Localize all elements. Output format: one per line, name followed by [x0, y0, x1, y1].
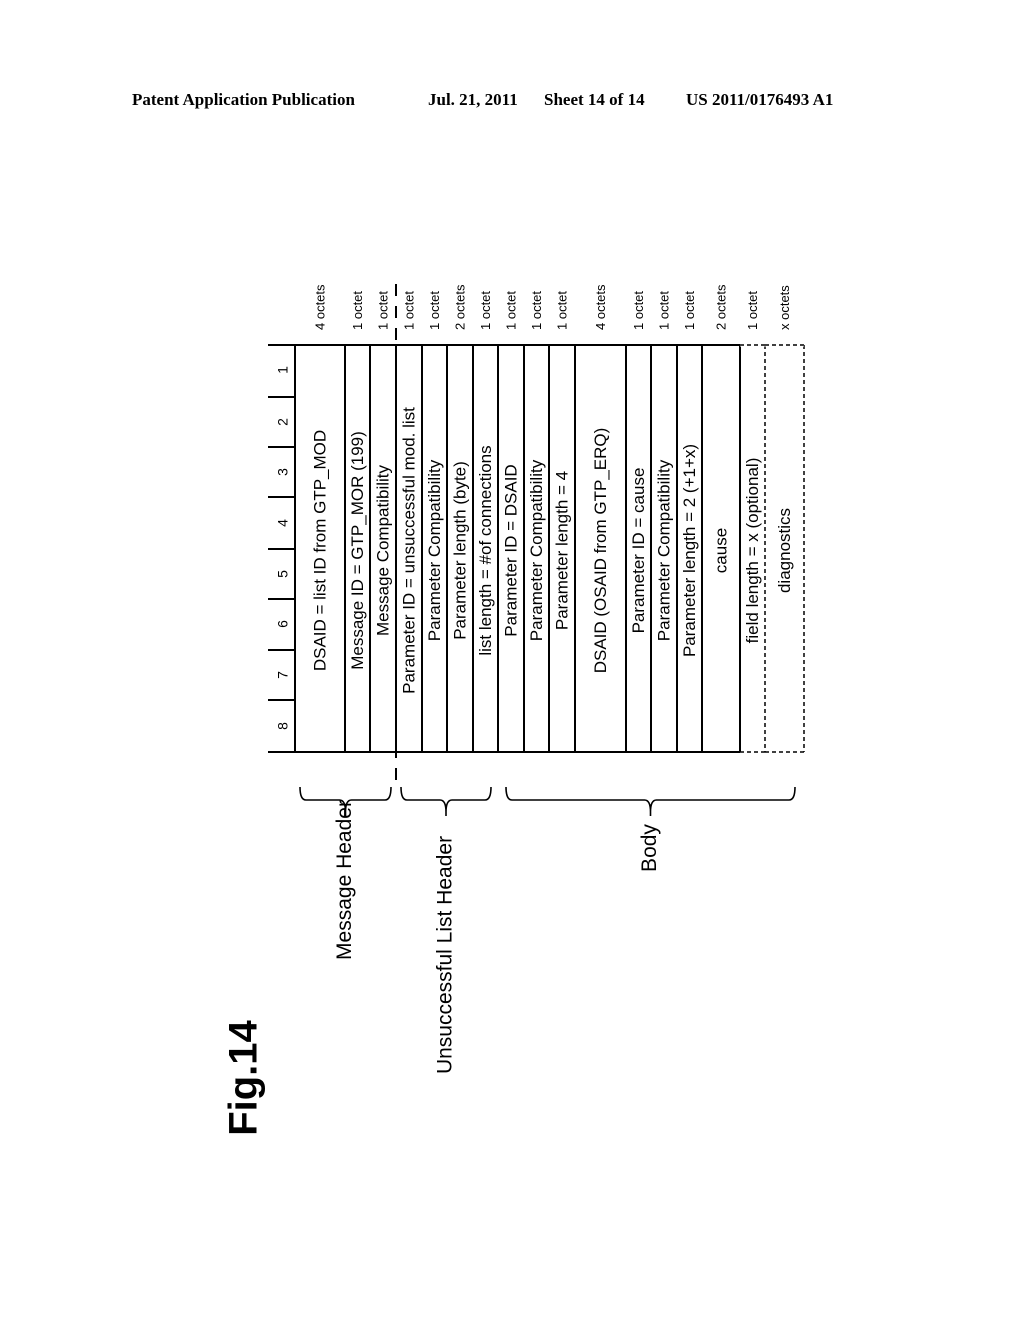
bit-number: 8: [275, 722, 291, 730]
bit-number: 7: [275, 671, 291, 679]
octet-size-label: 1 octet: [682, 291, 697, 330]
field-label: Parameter Compatibility: [527, 459, 546, 641]
field-label: Parameter length (byte): [450, 461, 469, 640]
bit-number: 1: [275, 366, 291, 374]
field-table: DSAID = list ID from GTP_MOD Message ID =…: [310, 343, 805, 753]
figure-label: Fig.14: [222, 1019, 266, 1135]
field-label: DSAID (OSAID from GTP_ERQ): [591, 428, 610, 674]
group-brace: Body: [505, 786, 796, 872]
field-row: DSAID (OSAID from GTP_ERQ): [591, 345, 627, 752]
field-row: cause: [711, 345, 741, 752]
field-label: cause: [711, 528, 730, 573]
octet-size-label: 1 octet: [478, 291, 493, 330]
field-row: DSAID = list ID from GTP_MOD: [310, 345, 346, 752]
octet-size-label: 4 octets: [593, 284, 608, 330]
field-label: Parameter Compatibility: [654, 459, 673, 641]
octet-size-label: 4 octets: [312, 284, 327, 330]
group-brace: Unsuccessful List Header: [400, 786, 492, 1074]
bit-number: 6: [275, 620, 291, 628]
field-label: Parameter length = 2 (+1+x): [680, 444, 699, 657]
field-row: list length = #of connections: [476, 345, 499, 752]
field-row: Message Compatibility: [373, 345, 397, 752]
octet-size-label: 1 octet: [350, 291, 365, 330]
group-label: Body: [638, 824, 661, 872]
group-label: Unsuccessful List Header: [434, 836, 457, 1074]
octet-size-label: 2 octets: [452, 284, 467, 330]
field-label: Message Compatibility: [373, 464, 392, 636]
field-row: Parameter length (byte): [450, 345, 474, 752]
field-label: Message ID = GTP_MOR (199): [348, 431, 367, 670]
field-row: Parameter Compatibility: [654, 345, 678, 752]
field-label: Parameter ID = DSAID: [501, 464, 520, 636]
field-label: list length = #of connections: [476, 445, 495, 655]
field-row: Parameter ID = DSAID: [501, 345, 525, 752]
group-brace: Message Header: [299, 786, 392, 960]
octet-size-label: 1 octet: [745, 291, 760, 330]
field-row: Parameter length = 2 (+1+x): [680, 345, 703, 752]
octet-size-label: 1 octet: [554, 291, 569, 330]
field-row: field length = x (optional): [740, 343, 766, 753]
bit-number: 3: [275, 468, 291, 476]
octet-size-label: 1 octet: [631, 291, 646, 330]
group-label: Message Header: [333, 800, 356, 960]
field-row: Parameter ID = cause: [629, 345, 652, 752]
octet-size-label: 1 octet: [503, 291, 518, 330]
octet-size-label: 1 octet: [427, 291, 442, 330]
field-label: field length = x (optional): [743, 458, 762, 644]
field-label: Parameter ID = cause: [629, 468, 648, 634]
field-label: DSAID = list ID from GTP_MOD: [310, 430, 329, 671]
octet-size-label: 1 octet: [375, 291, 390, 330]
brace-icon: [505, 786, 796, 816]
field-row: Parameter Compatibility: [425, 345, 448, 752]
octet-size-label: 1 octet: [529, 291, 544, 330]
field-label: diagnostics: [775, 508, 794, 593]
octet-size-label: 2 octets: [713, 284, 728, 330]
brace-icon: [400, 786, 492, 816]
message-format-diagram: Fig.14 1 2 3 4 5 6 7 8 DSAID = list ID from GTP…: [222, 284, 805, 1136]
octet-size-labels: 4 octets 1 octet 1 octet 1 octet 1 octet 2 oc…: [312, 284, 792, 330]
bit-number: 4: [275, 519, 291, 527]
group-braces: Message Header Unsuccessful List Header Bo…: [299, 786, 796, 1074]
field-label: Parameter ID = unsuccessful mod. list: [399, 407, 418, 694]
bit-number: 2: [275, 418, 291, 426]
field-label: Parameter Compatibility: [425, 459, 444, 641]
octet-size-label: x octets: [777, 285, 792, 330]
field-row: Message ID = GTP_MOR (199): [348, 345, 371, 752]
bit-number: 5: [275, 570, 291, 578]
field-row: Parameter length = 4: [552, 345, 576, 752]
octet-size-label: 1 octet: [401, 291, 416, 330]
field-row: Parameter ID = unsuccessful mod. list: [399, 345, 423, 752]
field-row: Parameter Compatibility: [527, 345, 550, 752]
field-row: diagnostics: [765, 343, 805, 753]
octet-size-label: 1 octet: [656, 291, 671, 330]
field-label: Parameter length = 4: [552, 471, 571, 630]
